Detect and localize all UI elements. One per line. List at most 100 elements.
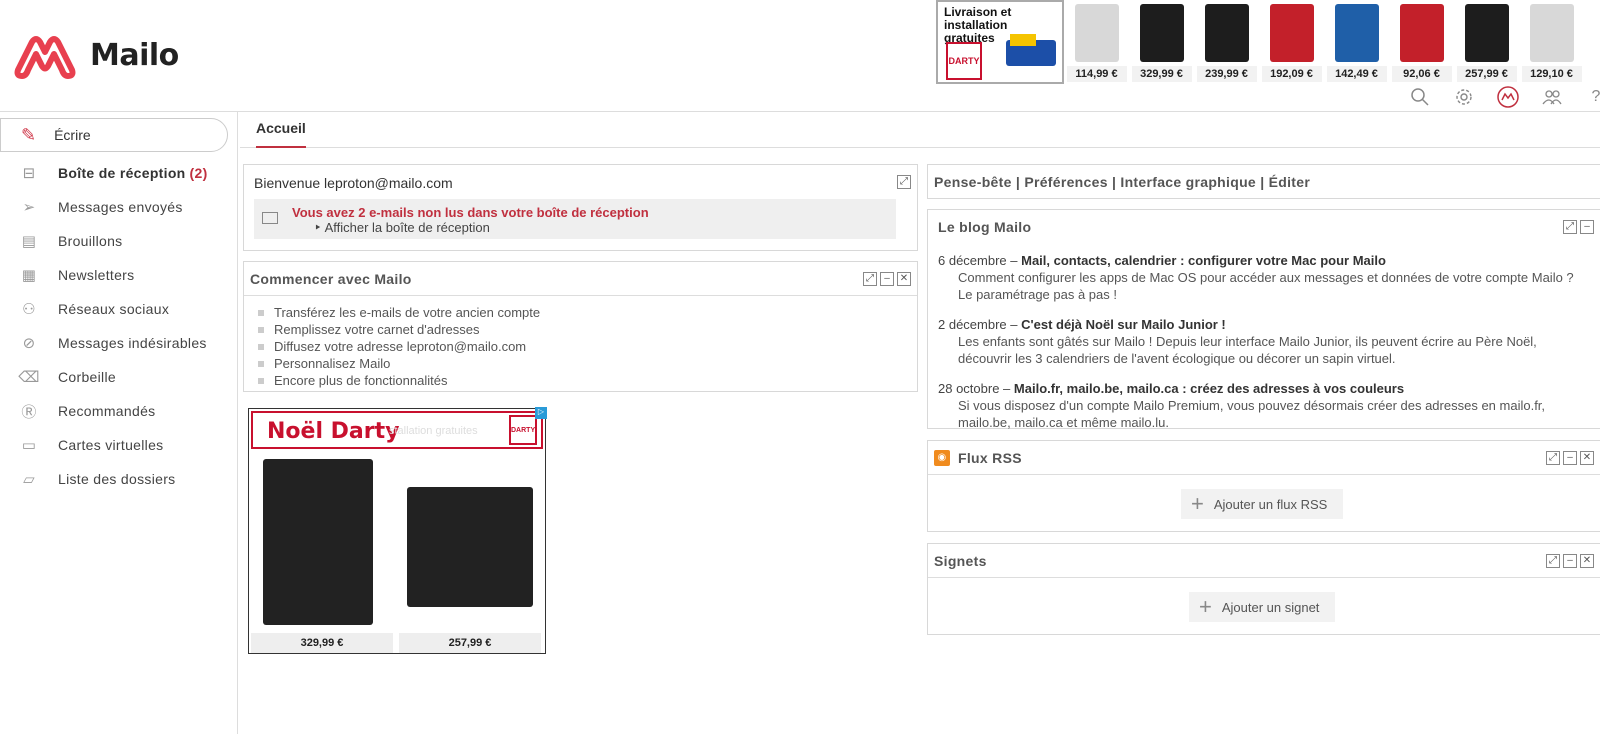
contacts-icon[interactable] bbox=[1530, 86, 1574, 108]
sidebar-item[interactable]: ➢ Messages envoyés bbox=[0, 190, 236, 224]
links-bar-item[interactable]: Éditer bbox=[1269, 174, 1310, 190]
social-icon: ⚇ bbox=[22, 301, 36, 318]
product-price: 92,06 € bbox=[1391, 66, 1452, 82]
plus-icon: + bbox=[1191, 491, 1204, 516]
blog-entry-description: Les enfants sont gâtés sur Mailo ! Depui… bbox=[958, 334, 1537, 366]
blog-panel: Le blog Mailo ⤢ – 6 décembre – Mail, con… bbox=[927, 209, 1600, 430]
compose-button[interactable]: ✎ Écrire bbox=[0, 118, 228, 152]
ad-price[interactable]: 329,99 € bbox=[251, 633, 393, 653]
plus-icon: + bbox=[1199, 594, 1212, 619]
ad-promo[interactable]: Livraison et installation gratuites DART… bbox=[936, 0, 1064, 84]
links-bar-content: Pense-bête | Préférences | Interface gra… bbox=[928, 165, 1600, 198]
link-separator: | bbox=[1107, 173, 1121, 190]
unread-notice[interactable]: Vous avez 2 e-mails non lus dans votre b… bbox=[254, 199, 896, 239]
add-bookmark-button[interactable]: + Ajouter un signet bbox=[1189, 592, 1336, 622]
ad-banner[interactable]: Livraison et installation gratuites DART… bbox=[936, 0, 1584, 84]
ad-product[interactable]: 257,99 € bbox=[1454, 0, 1519, 84]
minimize-icon[interactable]: – bbox=[1580, 220, 1594, 234]
links-bar-item[interactable]: Pense-bête bbox=[934, 174, 1012, 190]
expand-icon[interactable]: ⤢ bbox=[1563, 220, 1577, 234]
welcome-title: Bienvenue leproton@mailo.com bbox=[254, 175, 453, 191]
mailo-icon[interactable] bbox=[1486, 86, 1530, 108]
sidebar-item[interactable]: ▭ Cartes virtuelles bbox=[0, 428, 236, 462]
blog-entry-dash: – bbox=[1006, 253, 1022, 268]
help-icon[interactable]: ? bbox=[1574, 86, 1600, 108]
trash-icon: ⌫ bbox=[18, 369, 40, 386]
sidebar-item[interactable]: ▱ Liste des dossiers bbox=[0, 462, 236, 496]
close-icon[interactable]: ✕ bbox=[1580, 451, 1594, 465]
product-image bbox=[1139, 4, 1184, 62]
sidebar-item[interactable]: ▤ Brouillons bbox=[0, 224, 236, 258]
sidebar-item[interactable]: ▦ Newsletters bbox=[0, 258, 236, 292]
logo[interactable]: Mailo bbox=[12, 30, 179, 80]
product-image bbox=[1204, 4, 1249, 62]
product-price: 257,99 € bbox=[1456, 66, 1517, 82]
sidebar-item[interactable]: Ⓡ Recommandés bbox=[0, 394, 236, 428]
ad-product[interactable]: 192,09 € bbox=[1259, 0, 1324, 84]
start-panel: Commencer avec Mailo ⤢ – ✕ Transférez le… bbox=[243, 261, 918, 392]
ad-product[interactable]: 114,99 € bbox=[1064, 0, 1129, 84]
panel-controls: ⤢ – ✕ bbox=[863, 272, 911, 286]
unread-message[interactable]: Vous avez 2 e-mails non lus dans votre b… bbox=[292, 205, 649, 220]
adchoices-icon[interactable]: ▷ bbox=[535, 407, 547, 419]
blog-entry-headline[interactable]: C'est déjà Noël sur Mailo Junior ! bbox=[1021, 317, 1226, 332]
bookmarks-panel: Signets ⤢ – ✕ + Ajouter un signet bbox=[927, 543, 1600, 635]
gear-icon[interactable] bbox=[1442, 86, 1486, 108]
blog-entries: 6 décembre – Mail, contacts, calendrier … bbox=[928, 244, 1600, 452]
minimize-icon[interactable]: – bbox=[1563, 451, 1577, 465]
bookmarks-panel-title: Signets bbox=[934, 552, 987, 569]
ad-product[interactable]: 239,99 € bbox=[1194, 0, 1259, 84]
search-icon[interactable] bbox=[1398, 86, 1442, 108]
ad-products: 114,99 €329,99 €239,99 €192,09 €142,49 €… bbox=[1064, 0, 1584, 84]
show-inbox-link[interactable]: ‣ Afficher la boîte de réception bbox=[314, 220, 490, 236]
tab-bar: Accueil bbox=[240, 112, 1600, 148]
links-bar-item[interactable]: Interface graphique bbox=[1120, 174, 1256, 190]
ad-box[interactable]: Noël Darty stallation gratuites DARTY ▷ … bbox=[248, 407, 547, 654]
add-rss-button[interactable]: + Ajouter un flux RSS bbox=[1181, 489, 1344, 519]
sidebar-item[interactable]: ⊟ Boîte de réception (2) bbox=[0, 156, 236, 190]
start-list-item[interactable]: Diffusez votre adresse leproton@mailo.co… bbox=[258, 338, 917, 355]
product-image bbox=[1074, 4, 1119, 62]
links-bar-item[interactable]: Préférences bbox=[1024, 174, 1107, 190]
minimize-icon[interactable]: – bbox=[1563, 554, 1577, 568]
start-list-item[interactable]: Remplissez votre carnet d'adresses bbox=[258, 321, 917, 338]
rss-panel: ◉ Flux RSS ⤢ – ✕ + Ajouter un flux RSS bbox=[927, 440, 1600, 532]
expand-icon[interactable]: ⤢ bbox=[1546, 451, 1560, 465]
sidebar-item[interactable]: ⊘ Messages indésirables bbox=[0, 326, 236, 360]
add-bookmark-label: Ajouter un signet bbox=[1221, 599, 1320, 615]
expand-icon[interactable]: ⤢ bbox=[897, 175, 911, 189]
ad-product[interactable]: 129,10 € bbox=[1519, 0, 1584, 84]
ad-price[interactable]: 257,99 € bbox=[399, 633, 541, 653]
tab-home[interactable]: Accueil bbox=[256, 120, 306, 148]
folder-icon: ▱ bbox=[23, 471, 35, 488]
start-list-item[interactable]: Transférez les e-mails de votre ancien c… bbox=[258, 304, 917, 321]
nas-product-image[interactable] bbox=[407, 487, 533, 607]
sidebar-item-label: Boîte de réception bbox=[58, 165, 186, 181]
product-image bbox=[1399, 4, 1444, 62]
sidebar-item[interactable]: ⌫ Corbeille bbox=[0, 360, 236, 394]
close-icon[interactable]: ✕ bbox=[897, 272, 911, 286]
minimize-icon[interactable]: – bbox=[880, 272, 894, 286]
send-icon: ➢ bbox=[22, 199, 36, 216]
ad-box-faded-text: stallation gratuites bbox=[389, 425, 478, 437]
product-price: 239,99 € bbox=[1196, 66, 1257, 82]
product-price: 329,99 € bbox=[1131, 66, 1192, 82]
close-icon[interactable]: ✕ bbox=[1580, 554, 1594, 568]
start-list-item[interactable]: Personnalisez Mailo bbox=[258, 355, 917, 372]
ad-box-title: Noël Darty bbox=[267, 419, 400, 444]
nas-product-image[interactable] bbox=[263, 459, 373, 625]
start-list-item[interactable]: Encore plus de fonctionnalités bbox=[258, 372, 917, 389]
blog-entry-description: Comment configurer les apps de Mac OS po… bbox=[958, 270, 1574, 302]
blog-entry-description: Si vous disposez d'un compte Mailo Premi… bbox=[958, 398, 1546, 430]
expand-icon[interactable]: ⤢ bbox=[1546, 554, 1560, 568]
blog-entry-headline[interactable]: Mail, contacts, calendrier : configurer … bbox=[1021, 253, 1386, 268]
ad-product[interactable]: 142,49 € bbox=[1324, 0, 1389, 84]
sidebar-item[interactable]: ⚇ Réseaux sociaux bbox=[0, 292, 236, 326]
ad-product[interactable]: 329,99 € bbox=[1129, 0, 1194, 84]
welcome-panel: Bienvenue leproton@mailo.com ⤢ Vous avez… bbox=[243, 164, 918, 251]
ad-product[interactable]: 92,06 € bbox=[1389, 0, 1454, 84]
sidebar-item-label: Messages indésirables bbox=[58, 335, 207, 351]
rss-panel-title: Flux RSS bbox=[958, 449, 1022, 466]
blog-entry-headline[interactable]: Mailo.fr, mailo.be, mailo.ca : créez des… bbox=[1014, 381, 1404, 396]
expand-icon[interactable]: ⤢ bbox=[863, 272, 877, 286]
